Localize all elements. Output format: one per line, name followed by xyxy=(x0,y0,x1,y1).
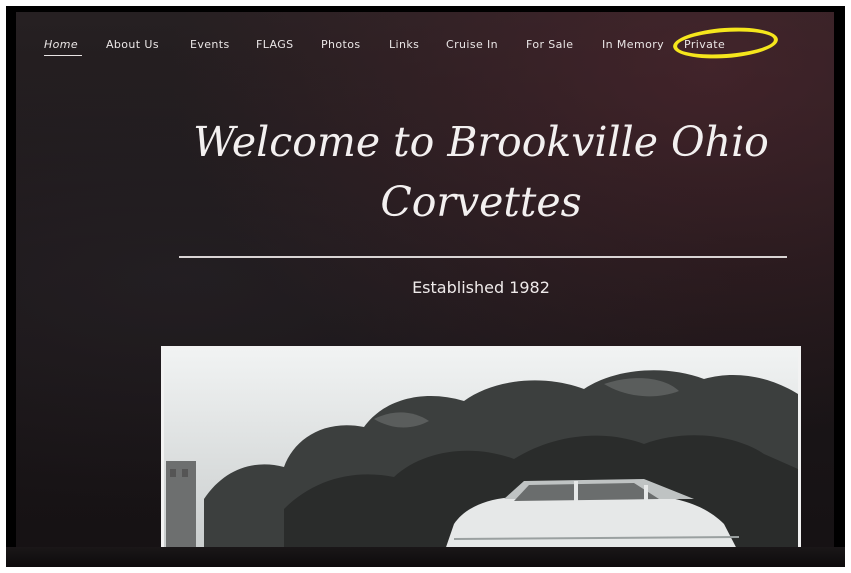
monitor-bezel: Home About Us Events FLAGS Photos Links … xyxy=(6,6,845,567)
nav-about-us[interactable]: About Us xyxy=(106,38,159,51)
nav-active-underline xyxy=(44,55,82,56)
screen-bottom-edge xyxy=(6,547,845,567)
nav-events[interactable]: Events xyxy=(190,38,230,51)
hero-title: Welcome to Brookville Ohio Corvettes xyxy=(166,112,796,232)
nav-home[interactable]: Home xyxy=(44,38,78,51)
corvette-photo-illustration xyxy=(164,349,798,547)
nav-photos[interactable]: Photos xyxy=(321,38,361,51)
nav-flags[interactable]: FLAGS xyxy=(256,38,294,51)
nav-links[interactable]: Links xyxy=(389,38,419,51)
nav-in-memory[interactable]: In Memory xyxy=(602,38,664,51)
nav-for-sale[interactable]: For Sale xyxy=(526,38,573,51)
hero-subtitle: Established 1982 xyxy=(412,278,550,297)
hero-title-line1: Welcome to Brookville Ohio xyxy=(193,118,769,166)
highlight-annotation-circle xyxy=(672,24,779,62)
website-screen: Home About Us Events FLAGS Photos Links … xyxy=(16,12,834,547)
hero-title-line2: Corvettes xyxy=(380,178,582,226)
nav-cruise-in[interactable]: Cruise In xyxy=(446,38,498,51)
corvette-photo xyxy=(161,346,801,547)
top-navigation: Home About Us Events FLAGS Photos Links … xyxy=(16,12,834,62)
hero-divider xyxy=(179,256,787,258)
